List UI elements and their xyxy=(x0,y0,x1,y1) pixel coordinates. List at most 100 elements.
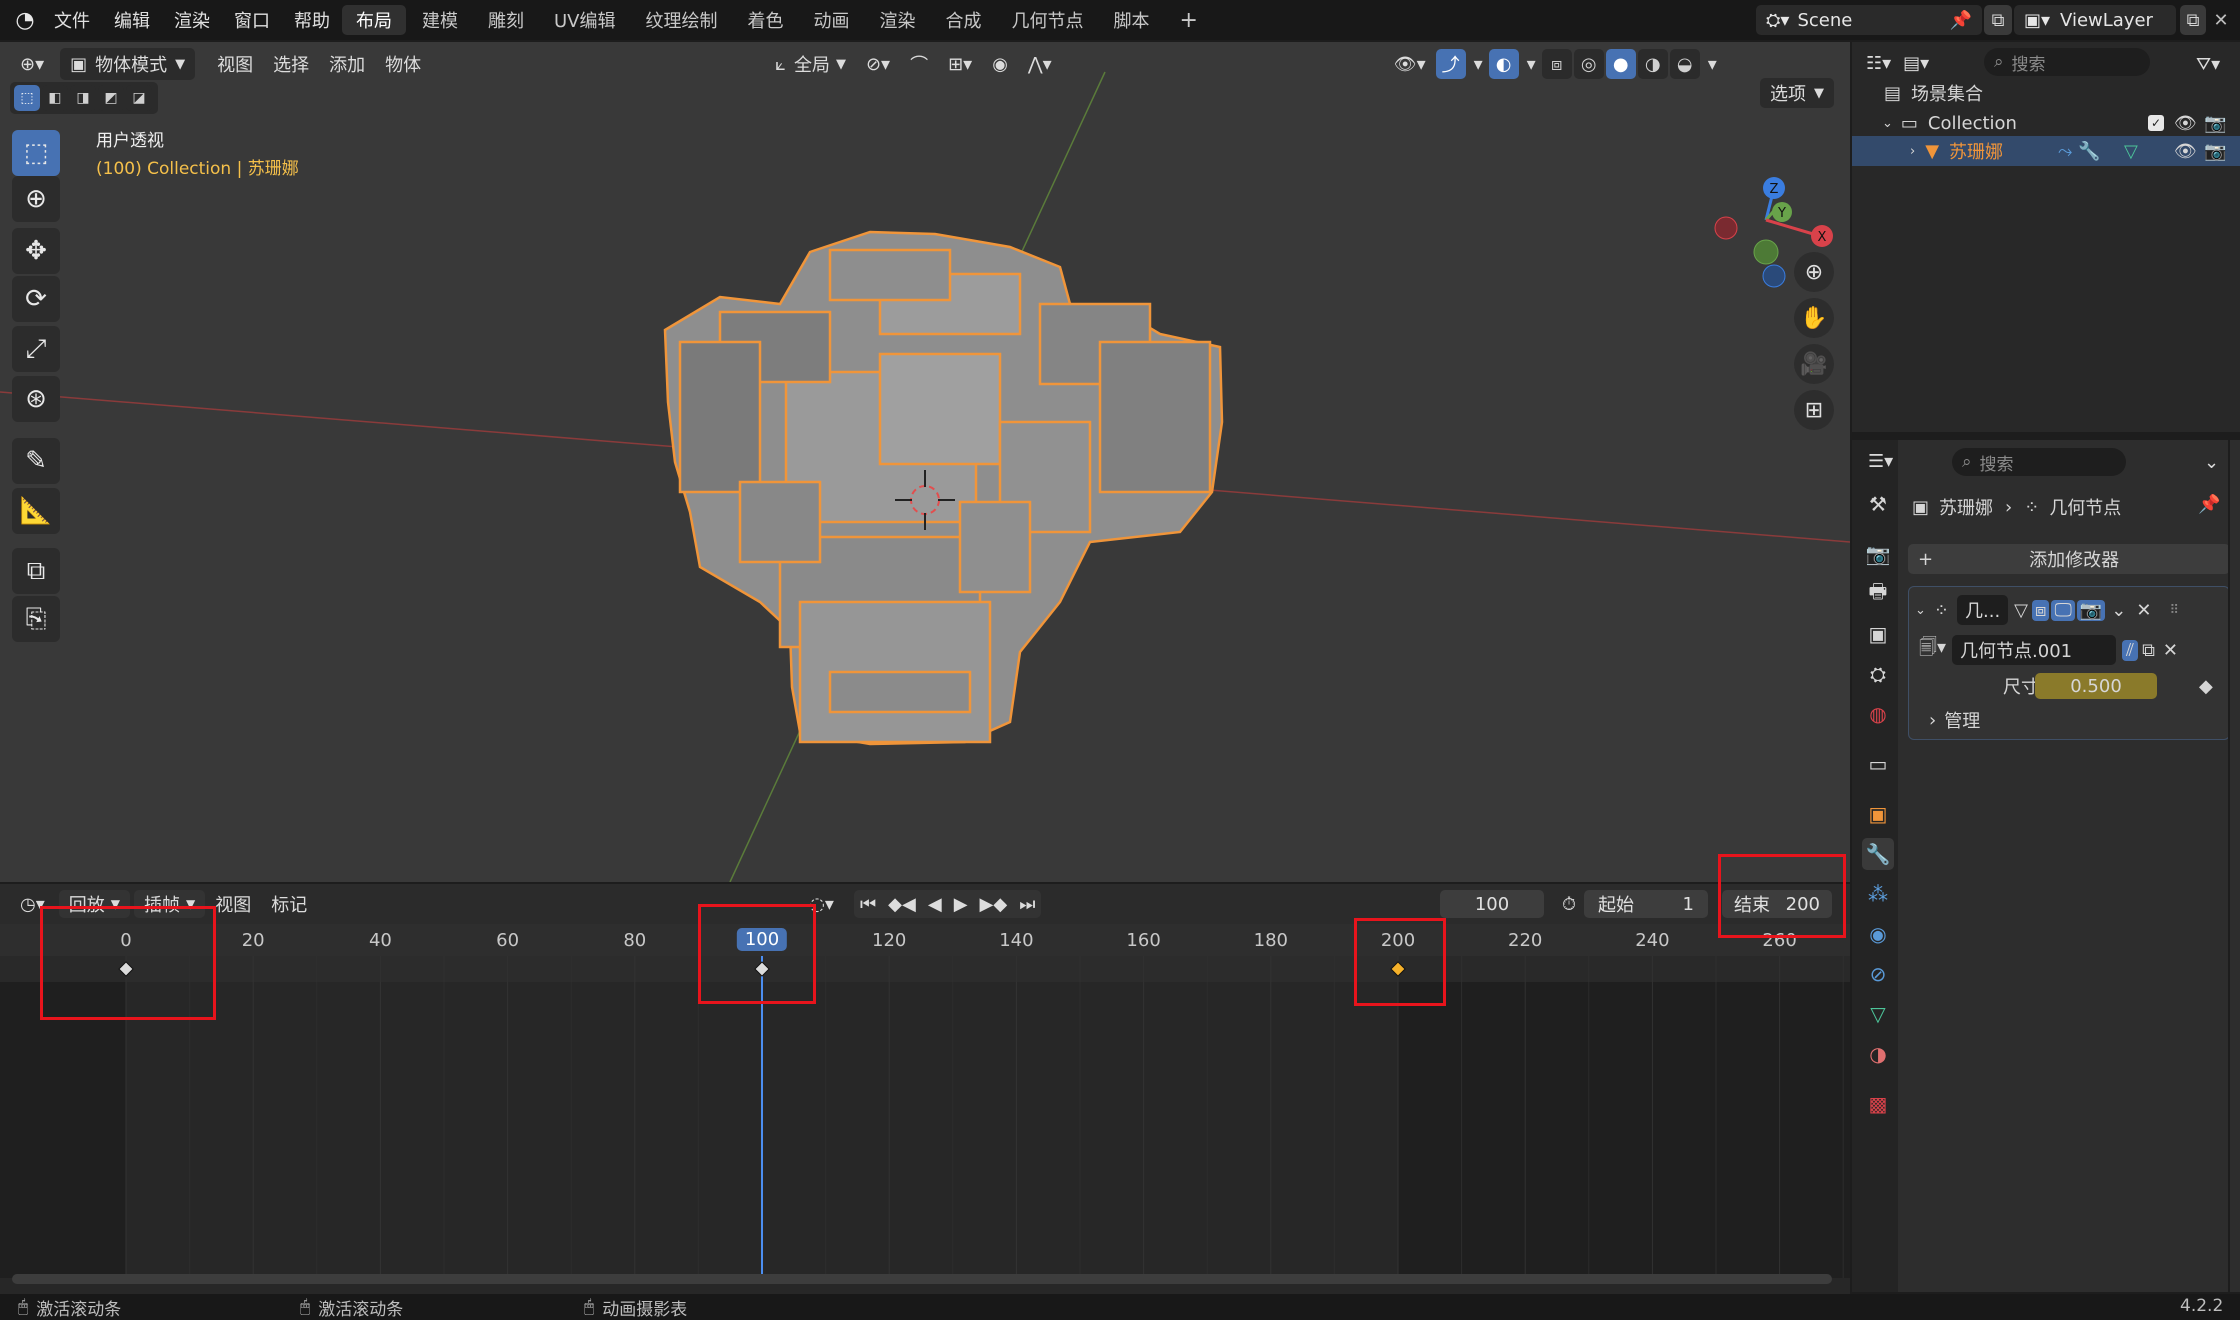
3d-viewport[interactable]: ⊕▾ ▣ 物体模式 ▼ 视图 选择 添加 物体 ⟀ 全局 ▼ ⊘▾ ⌒ ⊞▾ ◉… xyxy=(0,42,1850,882)
play-icon[interactable]: ▶ xyxy=(948,888,974,920)
measure-tool[interactable]: 📐 xyxy=(12,488,60,534)
eye-icon[interactable]: 👁 xyxy=(2174,113,2197,134)
menu-window[interactable]: 窗口 xyxy=(222,0,282,40)
horizontal-scrollbar[interactable] xyxy=(12,1274,1832,1284)
tab-compositing[interactable]: 合成 xyxy=(932,5,996,35)
move-tool[interactable]: ✥ xyxy=(12,228,60,274)
prev-keyframe-icon[interactable]: ◆◀ xyxy=(882,888,922,920)
play-reverse-icon[interactable]: ◀ xyxy=(922,888,948,920)
tab-scripting[interactable]: 脚本 xyxy=(1100,5,1164,35)
jump-start-icon[interactable]: ⏮ xyxy=(854,888,882,920)
filter-icon[interactable]: ⛛▾ xyxy=(2192,48,2224,80)
gizmo-toggle[interactable]: ⤴ xyxy=(1435,49,1466,79)
select-subtract-button[interactable]: ◨ xyxy=(70,85,96,111)
render-tab-icon[interactable]: 📷 xyxy=(1862,538,1894,570)
tab-modeling[interactable]: 建模 xyxy=(408,5,472,35)
texture-tab-icon[interactable]: ▩ xyxy=(1862,1088,1894,1120)
ortho-grid-icon[interactable]: ⊞ xyxy=(1794,390,1834,430)
properties-search-input[interactable]: ⌕ 搜索 xyxy=(1952,448,2126,476)
pan-hand-icon[interactable]: ✋ xyxy=(1794,298,1834,338)
object-tab-icon[interactable]: ▣ xyxy=(1862,798,1894,830)
material-shading-button[interactable]: ◑ xyxy=(1637,49,1668,79)
expand-chevron-icon[interactable]: › xyxy=(1910,144,1915,159)
menu-help[interactable]: 帮助 xyxy=(282,0,342,40)
solid-shading-button[interactable]: ● xyxy=(1605,49,1636,79)
tab-animation[interactable]: 动画 xyxy=(800,5,864,35)
next-keyframe-icon[interactable]: ▶◆ xyxy=(974,888,1014,920)
new-scene-icon[interactable]: ⧉ xyxy=(1984,5,2012,35)
gizmo-dropdown[interactable]: ▾ xyxy=(1468,48,1489,80)
duplicate-tool[interactable]: ⎘ xyxy=(12,596,60,642)
view-layer-selector[interactable]: ▣▾ ViewLayer xyxy=(2014,5,2176,35)
menu-add[interactable]: 添加 xyxy=(319,48,375,80)
fake-user-icon[interactable]: ⫽ xyxy=(2122,639,2139,661)
node-tree-dropdown-icon[interactable]: 🗐▾ xyxy=(1919,635,1946,665)
menu-render[interactable]: 渲染 xyxy=(162,0,222,40)
menu-object[interactable]: 物体 xyxy=(375,48,431,80)
keyframe-diamond-icon[interactable]: ◆ xyxy=(2199,676,2213,697)
modifier-name-field[interactable]: 几... xyxy=(1957,595,2009,625)
menu-select[interactable]: 选择 xyxy=(263,48,319,80)
properties-editor-type[interactable]: ☰▾ xyxy=(1862,445,1899,477)
tab-geometry-nodes[interactable]: 几何节点 xyxy=(998,5,1098,35)
overlay-toggle[interactable]: ◐ xyxy=(1488,49,1519,79)
transform-tool[interactable]: ⊛ xyxy=(12,376,60,422)
particles-tab-icon[interactable]: ⁂ xyxy=(1862,878,1894,910)
select-extend-button[interactable]: ◧ xyxy=(42,85,68,111)
size-value-field[interactable]: 0.500 xyxy=(2035,673,2157,699)
properties-options-dropdown[interactable]: ⌄ xyxy=(2200,446,2223,478)
jump-end-icon[interactable]: ⏭ xyxy=(1013,888,1041,920)
camera-icon[interactable]: 📷 xyxy=(2204,113,2226,134)
eye-icon[interactable]: 👁 xyxy=(2174,141,2197,162)
tool-tab-icon[interactable]: ⚒ xyxy=(1862,488,1894,520)
blender-logo-icon[interactable]: ◔ xyxy=(8,0,42,40)
tab-layout[interactable]: 布局 xyxy=(342,5,406,35)
mesh-data-icon[interactable]: ▽ xyxy=(2124,141,2138,162)
stopwatch-icon[interactable]: ⏱ xyxy=(1556,890,1582,918)
cursor-tool[interactable]: ⊕ xyxy=(12,176,60,222)
add-workspace-button[interactable]: + xyxy=(1166,5,1212,35)
render-toggle-icon[interactable]: 📷 xyxy=(2076,599,2106,621)
close-icon[interactable]: ✕ xyxy=(2136,600,2151,621)
delete-view-layer-icon[interactable]: ✕ xyxy=(2208,5,2234,35)
modifier-tab-icon[interactable]: 🔧 xyxy=(1862,838,1894,870)
scale-tool[interactable]: ⤢ xyxy=(12,326,60,372)
select-invert-button[interactable]: ◩ xyxy=(98,85,124,111)
tab-uv-editing[interactable]: UV编辑 xyxy=(540,5,630,35)
proportional-edit-toggle[interactable]: ◉ xyxy=(982,48,1018,80)
options-dropdown[interactable]: 选项 ▼ xyxy=(1760,78,1834,108)
scene-collection-row[interactable]: ▤ 场景集合 xyxy=(1852,78,2240,108)
new-view-layer-icon[interactable]: ⧉ xyxy=(2180,5,2206,35)
xray-toggle[interactable]: ⧈ xyxy=(1541,49,1572,79)
pivot-point-dropdown[interactable]: ⊘▾ xyxy=(856,48,900,80)
cage-toggle-icon[interactable]: ⧈ xyxy=(2032,599,2050,621)
outliner-search-input[interactable]: ⌕ 搜索 xyxy=(1984,48,2150,76)
viewport-toggle-icon[interactable]: 🖵 xyxy=(2051,599,2075,621)
menu-file[interactable]: 文件 xyxy=(42,0,102,40)
object-row[interactable]: › ▼ 苏珊娜 ⤳ 🔧 ▽ 👁 📷 xyxy=(1852,136,2240,166)
current-frame-field[interactable]: 100 xyxy=(1440,890,1544,918)
object-mode-dropdown[interactable]: ▣ 物体模式 ▼ xyxy=(60,48,196,80)
add-modifier-button[interactable]: + 添加修改器 xyxy=(1908,544,2230,574)
menu-view[interactable]: 视图 xyxy=(207,48,263,80)
shading-dropdown[interactable]: ▾ xyxy=(1702,48,1723,80)
menu-marker[interactable]: 标记 xyxy=(261,888,317,920)
scene-selector[interactable]: ⛭▾ Scene 📌 xyxy=(1756,5,1982,35)
manage-panel-header[interactable]: › 管理 xyxy=(1929,705,1980,735)
tab-rendering[interactable]: 渲染 xyxy=(866,5,930,35)
snap-target-dropdown[interactable]: ⊞▾ xyxy=(938,48,982,80)
collapse-chevron-icon[interactable]: ⌄ xyxy=(1915,603,1926,618)
pin-icon[interactable]: 📌 xyxy=(2198,494,2220,515)
menu-edit[interactable]: 编辑 xyxy=(102,0,162,40)
select-intersect-button[interactable]: ◪ xyxy=(126,85,152,111)
camera-icon[interactable]: 📷 xyxy=(2204,141,2226,162)
output-tab-icon[interactable]: 🖶 xyxy=(1862,578,1894,610)
editor-type-button[interactable]: ⊕▾ xyxy=(10,48,54,80)
select-box-tool[interactable]: ⬚ xyxy=(12,130,60,176)
drag-handle-icon[interactable]: ⠿ xyxy=(2169,603,2179,618)
collection-tab-icon[interactable]: ▭ xyxy=(1862,748,1894,780)
world-tab-icon[interactable]: ◍ xyxy=(1862,698,1894,730)
tab-sculpting[interactable]: 雕刻 xyxy=(474,5,538,35)
view-layer-tab-icon[interactable]: ▣ xyxy=(1862,618,1894,650)
tab-shading[interactable]: 着色 xyxy=(734,5,798,35)
